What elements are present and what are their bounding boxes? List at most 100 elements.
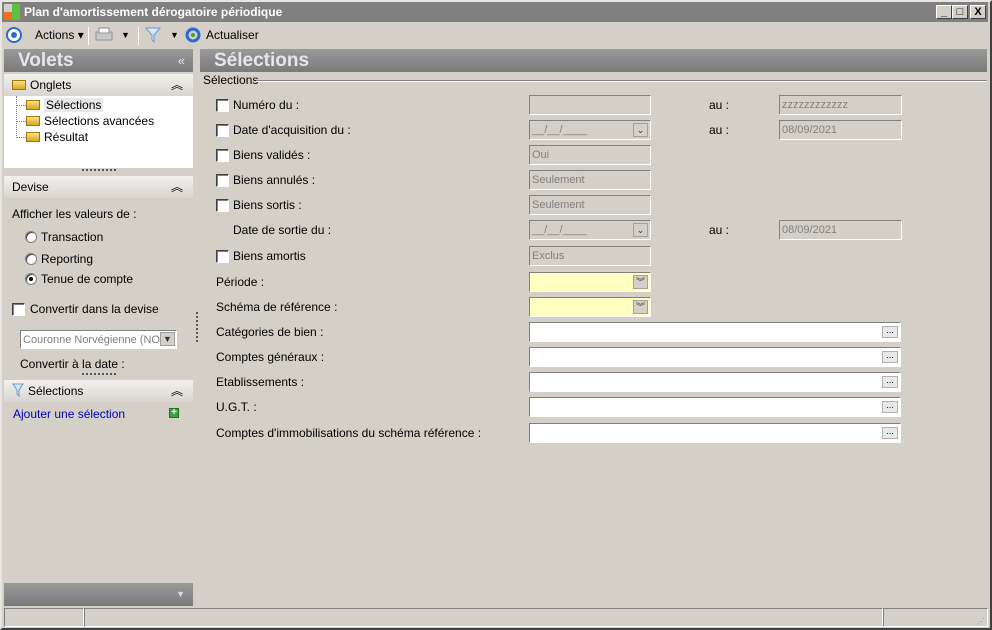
- print-icon[interactable]: [94, 27, 114, 43]
- to-label: au :: [709, 223, 730, 237]
- number-field[interactable]: [529, 95, 651, 115]
- minimize-button[interactable]: _: [936, 5, 952, 19]
- refresh-button[interactable]: Actualiser: [206, 24, 259, 46]
- asset-categories-label: Catégories de bien :: [216, 325, 324, 339]
- double-chevron-down-icon[interactable]: ︾: [633, 275, 648, 289]
- print-dropdown-icon[interactable]: ▼: [121, 24, 130, 46]
- title-bar: Plan d'amortissement dérogatoire périodi…: [2, 2, 988, 22]
- acquisition-date-to-field[interactable]: 08/09/2021: [779, 120, 902, 140]
- collapse-chevron-icon[interactable]: ︽: [171, 74, 183, 96]
- radio-reporting[interactable]: [25, 253, 37, 265]
- selections-section-header[interactable]: Sélections ︽: [4, 380, 193, 402]
- acquisition-date-label: Date d'acquisition du :: [233, 123, 351, 137]
- ellipsis-button[interactable]: ...: [882, 427, 898, 439]
- currency-section-header[interactable]: Devise ︽: [4, 176, 193, 198]
- app-icon: [4, 4, 20, 20]
- filter-icon[interactable]: [145, 27, 161, 43]
- establishments-label: Etablissements :: [216, 375, 305, 389]
- ugt-label: U.G.T. :: [216, 400, 257, 414]
- ellipsis-button[interactable]: ...: [882, 376, 898, 388]
- convert-date-label: Convertir à la date :: [20, 357, 125, 371]
- cancelled-checkbox[interactable]: [216, 174, 229, 187]
- general-accounts-field[interactable]: ...: [529, 347, 901, 367]
- page-title: Sélections: [200, 49, 987, 72]
- disposed-checkbox[interactable]: [216, 199, 229, 212]
- filter-icon: [12, 383, 24, 398]
- tabs-tree: Sélections Sélections avancées Résultat: [4, 96, 193, 168]
- double-chevron-down-icon[interactable]: ︾: [633, 300, 648, 314]
- add-icon[interactable]: +: [169, 408, 179, 418]
- actions-menu[interactable]: Actions ▾: [35, 24, 84, 46]
- reference-schema-label: Schéma de référence :: [216, 300, 338, 314]
- toolbar: Actions ▾ ▼ ▼ Actualiser: [2, 24, 988, 46]
- acquisition-date-checkbox[interactable]: [216, 124, 229, 137]
- depreciated-checkbox[interactable]: [216, 250, 229, 263]
- splitter-handle[interactable]: [82, 373, 116, 375]
- add-selection-link[interactable]: Ajouter une sélection: [13, 406, 125, 422]
- ellipsis-button[interactable]: ...: [882, 326, 898, 338]
- ellipsis-button[interactable]: ...: [882, 401, 898, 413]
- number-checkbox[interactable]: [216, 99, 229, 112]
- ugt-field[interactable]: ...: [529, 397, 901, 417]
- to-label: au :: [709, 98, 730, 112]
- radio-account-keeping[interactable]: [25, 273, 37, 285]
- validated-checkbox[interactable]: [216, 149, 229, 162]
- tabs-section-header[interactable]: Onglets ︽: [4, 74, 193, 96]
- resize-grip-icon: ⋰: [977, 617, 985, 626]
- tree-item-result[interactable]: Résultat: [16, 129, 88, 145]
- acquisition-date-field[interactable]: __/__/____ ⌄: [529, 120, 651, 140]
- window-title: Plan d'amortissement dérogatoire périodi…: [24, 5, 283, 19]
- chevron-down-icon: ▼: [160, 332, 175, 346]
- group-label: Sélections: [203, 73, 259, 87]
- number-label: Numéro du :: [233, 98, 300, 112]
- tree-item-advanced-selections[interactable]: Sélections avancées: [16, 113, 154, 129]
- chevron-down-icon[interactable]: ⌄: [633, 123, 648, 137]
- disposed-label: Biens sortis :: [233, 198, 302, 212]
- radio-label: Transaction: [41, 230, 104, 244]
- collapse-panes-button[interactable]: «: [178, 49, 185, 72]
- validated-field[interactable]: Oui: [529, 145, 651, 165]
- status-cell: [4, 608, 84, 627]
- collapse-chevron-icon[interactable]: ︽: [171, 380, 183, 402]
- period-field[interactable]: ︾: [529, 272, 651, 292]
- maximize-button[interactable]: □: [952, 5, 968, 19]
- home-icon[interactable]: [6, 27, 22, 43]
- panes-header: Volets «: [4, 49, 193, 72]
- chevron-down-icon[interactable]: ▼: [176, 583, 185, 606]
- depreciated-label: Biens amortis: [233, 249, 306, 263]
- show-values-label: Afficher les valeurs de :: [12, 207, 137, 221]
- disposal-date-label: Date de sortie du :: [233, 223, 332, 237]
- status-cell: [84, 608, 883, 627]
- depreciated-field[interactable]: Exclus: [529, 246, 651, 266]
- cancelled-label: Biens annulés :: [233, 173, 316, 187]
- number-to-field[interactable]: zzzzzzzzzzzz: [779, 95, 902, 115]
- chevron-down-icon[interactable]: ⌄: [633, 223, 648, 237]
- fixed-asset-accounts-field[interactable]: ...: [529, 423, 901, 443]
- ellipsis-button[interactable]: ...: [882, 351, 898, 363]
- disposal-date-field[interactable]: __/__/____ ⌄: [529, 220, 651, 240]
- tree-item-selections[interactable]: Sélections: [16, 97, 104, 113]
- splitter-handle[interactable]: [82, 169, 116, 171]
- refresh-icon[interactable]: [185, 27, 201, 43]
- asset-categories-field[interactable]: ...: [529, 322, 901, 342]
- fixed-asset-accounts-label: Comptes d'immobilisations du schéma réfé…: [216, 426, 482, 440]
- filter-dropdown-icon[interactable]: ▼: [170, 24, 179, 46]
- close-button[interactable]: X: [970, 5, 986, 19]
- general-accounts-label: Comptes généraux :: [216, 350, 325, 364]
- disposed-field[interactable]: Seulement: [529, 195, 651, 215]
- disposal-date-to-field[interactable]: 08/09/2021: [779, 220, 902, 240]
- period-label: Période :: [216, 275, 265, 289]
- convert-currency-label: Convertir dans la devise: [30, 302, 159, 316]
- radio-transaction[interactable]: [25, 231, 37, 243]
- group-divider: [256, 80, 987, 82]
- establishments-field[interactable]: ...: [529, 372, 901, 392]
- panes-footer[interactable]: ▼: [4, 583, 193, 606]
- collapse-chevron-icon[interactable]: ︽: [171, 176, 183, 198]
- reference-schema-field[interactable]: ︾: [529, 297, 651, 317]
- status-cell: ⋰: [883, 608, 988, 627]
- folder-icon: [12, 80, 26, 90]
- convert-currency-checkbox[interactable]: [12, 303, 25, 316]
- vertical-splitter[interactable]: [196, 312, 198, 342]
- currency-select[interactable]: Couronne Norvégienne (NOK ▼: [20, 330, 177, 349]
- cancelled-field[interactable]: Seulement: [529, 170, 651, 190]
